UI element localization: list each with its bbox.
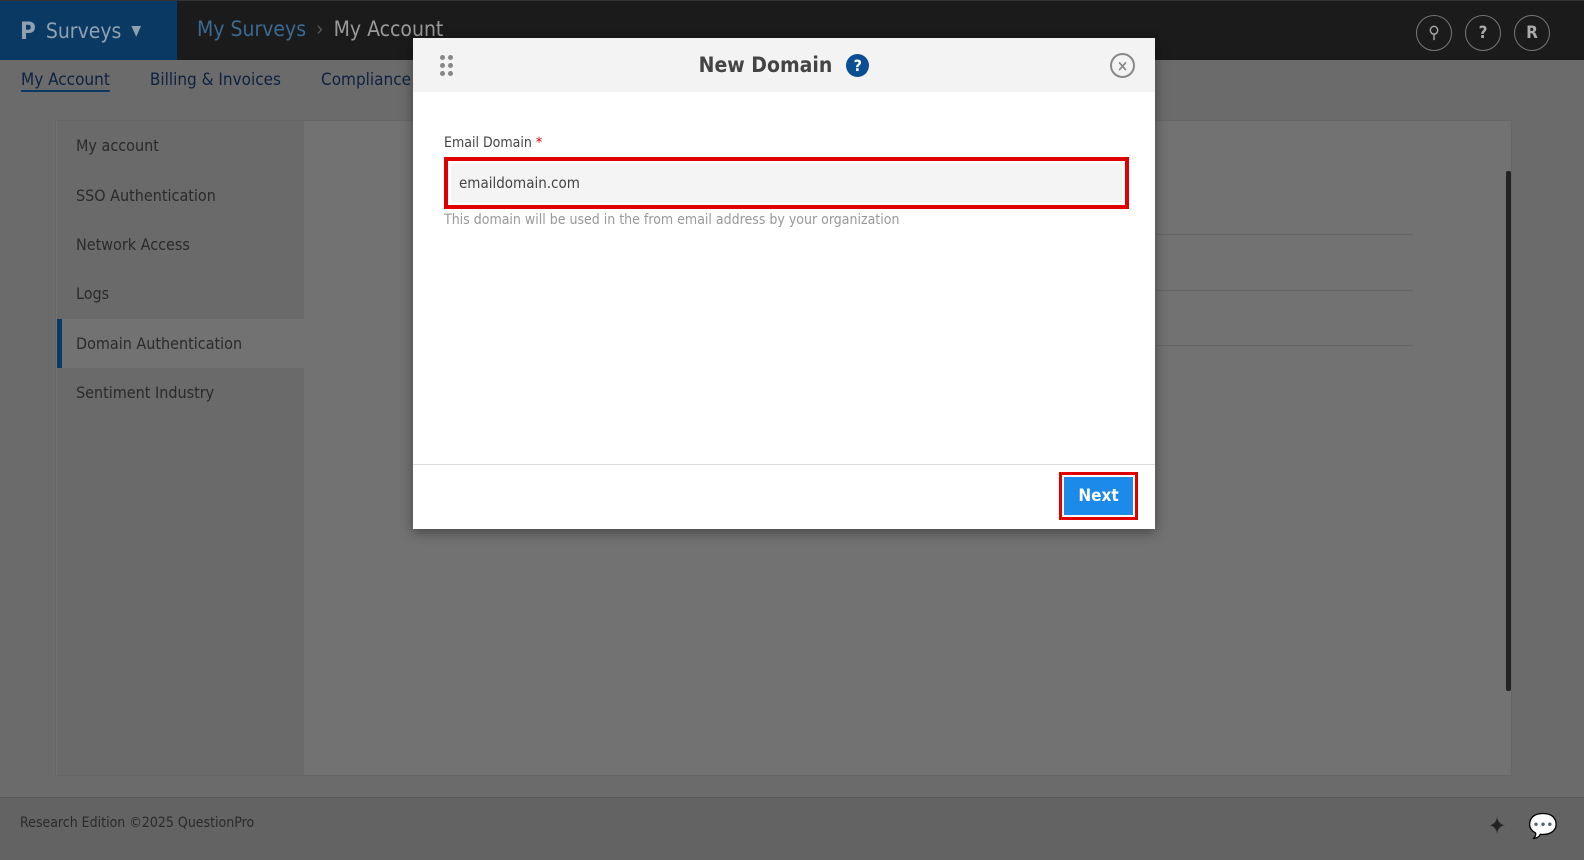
breadcrumb: My Surveys › My Account <box>197 17 443 41</box>
sidebar-item-sso[interactable]: SSO Authentication <box>57 170 304 219</box>
avatar[interactable]: R <box>1514 15 1550 51</box>
divider <box>413 464 1155 465</box>
sidebar-item-domain-authentication[interactable]: Domain Authentication <box>57 318 304 368</box>
help-icon[interactable]: ? <box>846 53 870 77</box>
dialog-title: New Domain <box>698 53 833 77</box>
drag-handle-icon[interactable] <box>440 55 453 76</box>
questionpro-logo: P <box>20 17 36 45</box>
tab-my-account[interactable]: My Account <box>21 70 110 90</box>
next-button-wrapper: Next <box>1059 472 1138 520</box>
sidebar: My account SSO Authentication Network Ac… <box>57 121 304 775</box>
sidebar-item-logs[interactable]: Logs <box>57 269 304 318</box>
product-name: Surveys <box>45 19 122 43</box>
next-button[interactable]: Next <box>1064 477 1133 515</box>
email-domain-label: Email Domain * <box>444 135 543 151</box>
divider <box>1156 234 1413 235</box>
breadcrumb-my-surveys[interactable]: My Surveys <box>197 17 306 41</box>
chevron-right-icon: › <box>316 17 324 41</box>
product-switcher[interactable]: P Surveys ▼ <box>0 1 177 61</box>
chat-support-icon[interactable]: 💬 <box>1528 812 1558 840</box>
sidebar-item-sentiment-industry[interactable]: Sentiment Industry <box>57 368 304 417</box>
tab-billing-invoices[interactable]: Billing & Invoices <box>150 70 281 90</box>
search-icon[interactable]: ⚲ <box>1416 15 1452 51</box>
divider <box>1156 345 1413 346</box>
email-domain-hint: This domain will be used in the from ema… <box>444 212 900 228</box>
sidebar-item-my-account[interactable]: My account <box>57 121 304 170</box>
footer: Research Edition ©2025 QuestionPro ✦ 💬 <box>0 797 1584 860</box>
sidebar-item-network-access[interactable]: Network Access <box>57 220 304 269</box>
divider <box>1156 290 1413 291</box>
new-domain-dialog: New Domain ? × Email Domain * This domai… <box>413 38 1155 529</box>
scrollbar[interactable] <box>1506 171 1511 691</box>
email-domain-input[interactable] <box>451 164 1122 202</box>
footer-text: Research Edition ©2025 QuestionPro <box>20 815 255 831</box>
dialog-header: New Domain ? × <box>413 38 1155 92</box>
close-icon[interactable]: × <box>1110 53 1135 78</box>
email-domain-field-wrapper <box>444 157 1129 209</box>
help-icon[interactable]: ? <box>1465 15 1501 51</box>
tab-compliance[interactable]: Compliance <box>321 70 411 90</box>
sparkle-icon[interactable]: ✦ <box>1488 812 1506 840</box>
caret-down-icon: ▼ <box>131 23 142 39</box>
